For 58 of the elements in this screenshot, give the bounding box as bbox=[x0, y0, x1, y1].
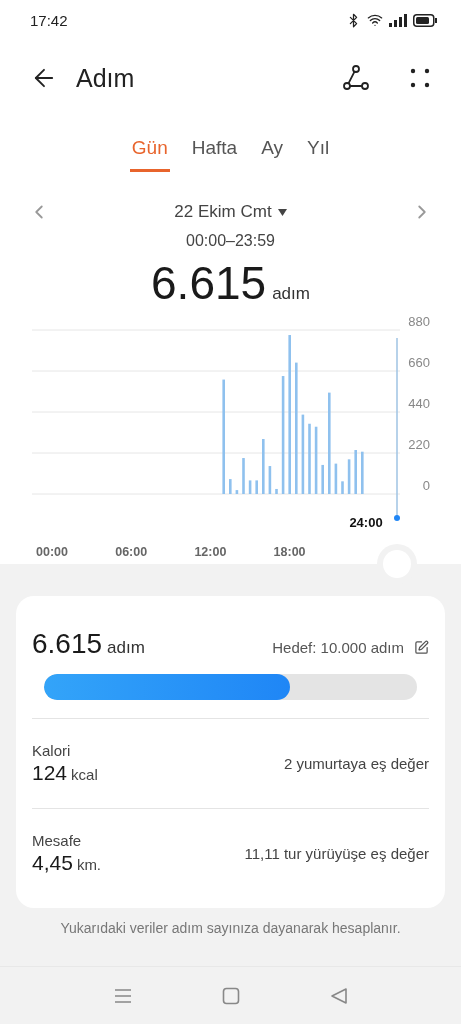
bar bbox=[361, 451, 364, 494]
x-axis-label: 00:00 bbox=[36, 545, 68, 559]
metric-equivalent: 2 yumurtaya eş değer bbox=[283, 755, 429, 772]
metric-unit: kcal bbox=[71, 766, 98, 783]
bar bbox=[255, 480, 258, 494]
page-title: Adım bbox=[76, 63, 136, 93]
bar bbox=[229, 479, 232, 494]
home-icon[interactable] bbox=[221, 986, 240, 1005]
back-icon[interactable] bbox=[329, 986, 348, 1005]
time-cursor[interactable] bbox=[394, 337, 400, 521]
period-tab[interactable]: Ay bbox=[259, 134, 285, 172]
time-range: 00:00–23:59 bbox=[185, 232, 276, 251]
bar bbox=[341, 481, 344, 494]
bar bbox=[235, 490, 239, 494]
y-axis-label: 660 bbox=[408, 355, 430, 370]
step-count: 6.615 bbox=[151, 256, 267, 310]
metric-value: 4,45 bbox=[32, 851, 73, 874]
y-axis-label: 440 bbox=[408, 396, 430, 411]
edit-goal-button[interactable] bbox=[414, 640, 429, 655]
bar bbox=[347, 459, 351, 494]
summary-unit: adım bbox=[107, 638, 145, 657]
period-tab[interactable]: Yıl bbox=[305, 134, 332, 172]
y-axis-label: 0 bbox=[422, 478, 430, 493]
summary-steps: 6.615 bbox=[32, 628, 103, 659]
bar bbox=[262, 439, 265, 494]
bar bbox=[321, 464, 324, 494]
bar bbox=[308, 423, 311, 494]
x-axis-label: 06:00 bbox=[115, 545, 148, 559]
metric-unit: km. bbox=[76, 856, 102, 873]
metric-label: Kalori bbox=[32, 742, 72, 759]
cursor-time: 24:00 bbox=[349, 515, 383, 530]
period-tab[interactable]: Hafta bbox=[189, 134, 240, 172]
y-axis-label: 220 bbox=[408, 437, 430, 452]
goal-text: Hedef: 10.000 adım bbox=[272, 639, 404, 656]
step-unit: adım bbox=[272, 284, 310, 304]
signal-icon bbox=[389, 13, 407, 27]
bar bbox=[334, 463, 338, 494]
date-picker[interactable]: 22 Ekim Cmt bbox=[174, 202, 287, 222]
status-time: 17:42 bbox=[30, 11, 68, 29]
bar bbox=[242, 458, 245, 494]
battery-icon bbox=[413, 13, 437, 27]
metric-value: 124 bbox=[32, 761, 68, 784]
caret-icon bbox=[277, 208, 287, 216]
y-axis-label: 880 bbox=[408, 316, 430, 329]
share-button[interactable] bbox=[341, 63, 371, 93]
metric-equivalent: 11,11 tur yürüyüşe eş değer bbox=[244, 845, 429, 862]
bar bbox=[354, 450, 357, 494]
menu-icon[interactable] bbox=[113, 987, 132, 1004]
wifi-icon bbox=[367, 12, 383, 28]
x-axis-label: 12:00 bbox=[194, 545, 227, 559]
x-axis-label: 18:00 bbox=[273, 545, 306, 559]
more-button[interactable] bbox=[409, 67, 431, 89]
footnote: Yukarıdaki veriler adım sayınıza dayanarak hesaplanır. bbox=[60, 920, 401, 936]
bar bbox=[314, 426, 318, 494]
bar bbox=[268, 466, 272, 494]
metric-label: Mesafe bbox=[32, 832, 83, 849]
bar bbox=[248, 480, 252, 494]
bar bbox=[275, 488, 278, 494]
